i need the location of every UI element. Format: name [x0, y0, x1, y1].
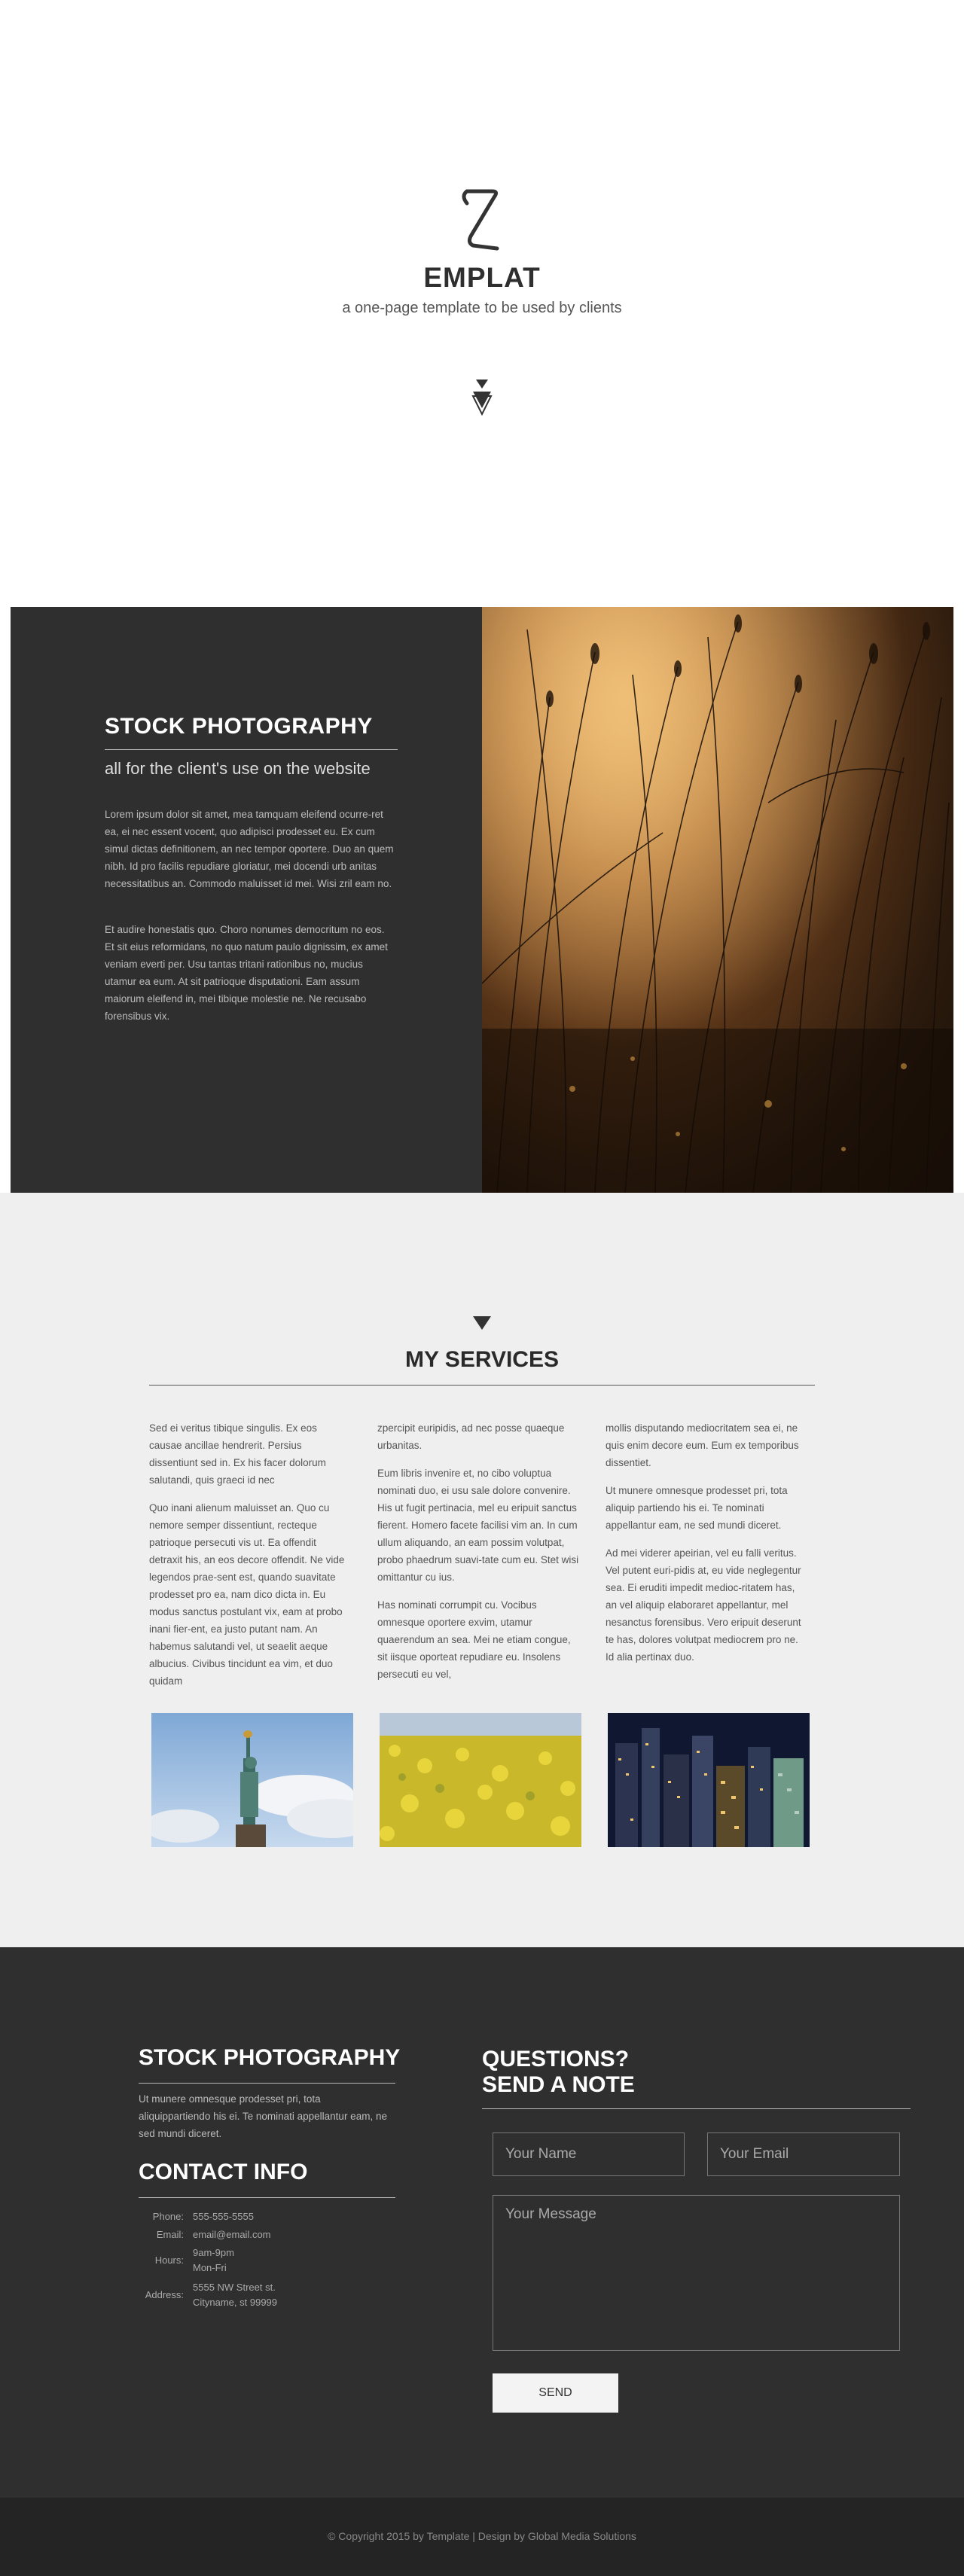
about-heading: STOCK PHOTOGRAPHY [139, 2045, 401, 2070]
site-title: EMPLAT [423, 262, 541, 293]
services-paragraph: zpercipit euripidis, ad nec posse quaequ… [377, 1422, 565, 1451]
divider [139, 2197, 395, 2198]
address-line-2: Cityname, st 99999 [193, 2297, 278, 2308]
about-text: Ut munere omnesque prodesset pri, tota a… [139, 2093, 387, 2139]
stock-paragraph-2: Et audire honestatis quo. Choro nonumes … [105, 924, 388, 1022]
services-title: MY SERVICES [405, 1347, 559, 1372]
stock-photography-section: STOCK PHOTOGRAPHY all for the client's u… [11, 607, 953, 1193]
send-button[interactable]: SEND [493, 2373, 618, 2413]
services-paragraph: Quo inani alienum maluisset an. Quo cu n… [149, 1502, 345, 1687]
services-paragraph: Sed ei veritus tibique singulis. Ex eos … [149, 1422, 326, 1486]
divider [105, 749, 398, 750]
services-paragraph: Eum libris invenire et, no cibo voluptua… [377, 1468, 579, 1583]
stock-paragraph-1: Lorem ipsum dolor sit amet, mea tamquam … [105, 809, 394, 889]
services-paragraph: Ut munere omnesque prodesset pri, tota a… [606, 1485, 788, 1531]
double-triangle-down-icon[interactable] [471, 378, 493, 417]
email-value[interactable]: email@email.com [193, 2227, 271, 2242]
grass-silhouette-image [482, 607, 953, 1193]
form-heading-line-1: QUESTIONS? [482, 2047, 630, 2071]
stock-tagline: all for the client's use on the website [105, 759, 371, 778]
stock-heading: STOCK PHOTOGRAPHY [105, 714, 373, 739]
services-column-3: mollis disputando mediocritatem sea ei, … [606, 1419, 807, 1676]
copyright-text: © Copyright 2015 by Template | Design by… [328, 2530, 636, 2542]
address-label: Address: [145, 2289, 184, 2300]
email-label: Email: [156, 2229, 184, 2240]
phone-value: 555-555-5555 [193, 2211, 254, 2222]
divider [149, 1385, 815, 1386]
form-heading-line-2: SEND A NOTE [482, 2072, 635, 2097]
hours-line-1: 9am-9pm [193, 2247, 234, 2258]
s-logo-icon [462, 189, 499, 251]
services-paragraph: mollis disputando mediocritatem sea ei, … [606, 1422, 799, 1468]
night-city-skyline-image [608, 1713, 810, 1847]
phone-label: Phone: [152, 2211, 184, 2222]
site-subtitle: a one-page template to be used by client… [342, 300, 622, 316]
hero-section: EMPLAT a one-page template to be used by… [0, 0, 964, 607]
hours-line-2: Mon-Fri [193, 2262, 227, 2273]
divider [482, 2108, 911, 2109]
name-input[interactable] [493, 2132, 685, 2176]
stock-text-panel: STOCK PHOTOGRAPHY all for the client's u… [11, 607, 482, 1193]
divider [139, 2083, 395, 2084]
services-paragraph: Has nominati corrumpit cu. Vocibus omnes… [377, 1599, 571, 1680]
sunset-grass-photo [482, 607, 953, 1193]
hours-label: Hours: [154, 2254, 184, 2266]
email-input[interactable] [707, 2132, 900, 2176]
contact-section: STOCK PHOTOGRAPHY Ut munere omnesque pro… [0, 1947, 964, 2498]
footer: © Copyright 2015 by Template | Design by… [0, 2498, 964, 2576]
message-textarea[interactable] [493, 2195, 900, 2351]
services-section: MY SERVICES Sed ei veritus tibique singu… [0, 1193, 964, 1947]
statue-of-liberty-image [151, 1713, 353, 1847]
triangle-down-icon [473, 1316, 491, 1330]
services-column-1: Sed ei veritus tibique singulis. Ex eos … [149, 1419, 351, 1700]
services-column-2: zpercipit euripidis, ad nec posse quaequ… [377, 1419, 579, 1693]
yellow-flower-field-image [380, 1713, 581, 1847]
services-paragraph: Ad mei viderer apeirian, vel eu falli ve… [606, 1547, 801, 1663]
address-line-1: 5555 NW Street st. [193, 2282, 276, 2293]
contact-info-heading: CONTACT INFO [139, 2160, 308, 2184]
